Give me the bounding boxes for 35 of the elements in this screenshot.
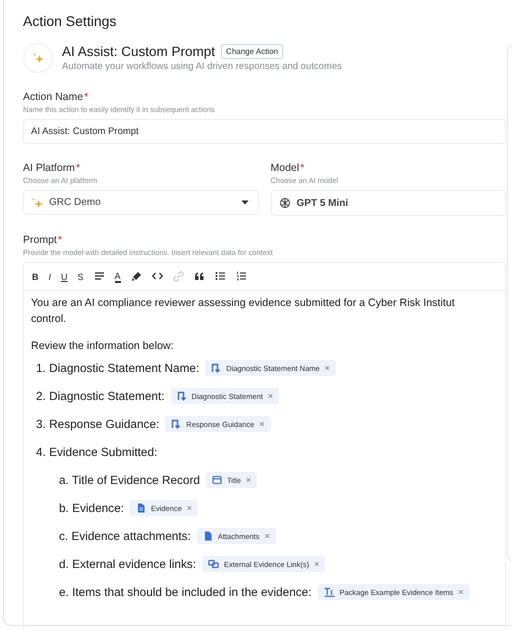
remove-icon[interactable]: × — [259, 419, 265, 429]
remove-icon[interactable]: × — [314, 559, 320, 569]
prompt-intro-text: You are an AI compliance reviewer assessing evidence submitted for a Cyber Risk Institut control. — [31, 296, 456, 327]
action-description: Automate your workflows using AI driven responses and outcomes — [62, 61, 342, 72]
action-name-field[interactable]: AI Assist: Custom Prompt — [23, 119, 506, 144]
list-item-text: d. External evidence links: — [59, 557, 196, 571]
list-item-text: e. Items that should be included in the evidence: — [59, 585, 312, 599]
change-action-button[interactable]: Change Action — [221, 44, 284, 59]
list-item-text: a. Title of Evidence Record — [59, 473, 200, 487]
remove-icon[interactable]: × — [324, 363, 330, 373]
toolbar-underline-button[interactable]: U — [59, 268, 70, 284]
list-item-text: 3. Response Guidance: — [36, 417, 160, 431]
platform-dropdown[interactable]: GRC Demo — [23, 190, 258, 215]
toolbar-italic-button[interactable]: I — [46, 268, 54, 284]
panel-title: Action Settings — [23, 12, 118, 30]
list-item-text: 2. Diagnostic Statement: — [36, 389, 165, 403]
prompt-lead-text: Review the information below: — [31, 339, 175, 354]
field-label: AI Platform* — [23, 162, 82, 175]
model-field[interactable]: GPT 5 Mini — [270, 190, 506, 216]
remove-icon[interactable]: × — [246, 475, 252, 485]
action-title: AI Assist: Custom Prompt — [62, 44, 216, 59]
remove-icon[interactable]: × — [264, 531, 270, 541]
remove-icon[interactable]: × — [186, 503, 192, 513]
toolbar-strike-button[interactable]: S — [76, 268, 86, 284]
list-item-text: c. Evidence attachments: — [59, 529, 191, 543]
remove-icon[interactable]: × — [268, 391, 274, 401]
list-item-text: 4. Evidence Submitted: — [36, 445, 158, 459]
toolbar-bold-button[interactable]: B — [30, 268, 40, 284]
list-item-text: b. Evidence: — [59, 501, 124, 515]
toolbar-color-button[interactable]: A — [112, 268, 123, 284]
list-item-text: 1. Diagnostic Statement Name: — [36, 361, 200, 375]
remove-icon[interactable]: × — [458, 587, 464, 597]
field-label: Action Name* — [23, 91, 90, 104]
field-label: Prompt* — [23, 234, 63, 247]
field-label: Model* — [270, 162, 306, 175]
